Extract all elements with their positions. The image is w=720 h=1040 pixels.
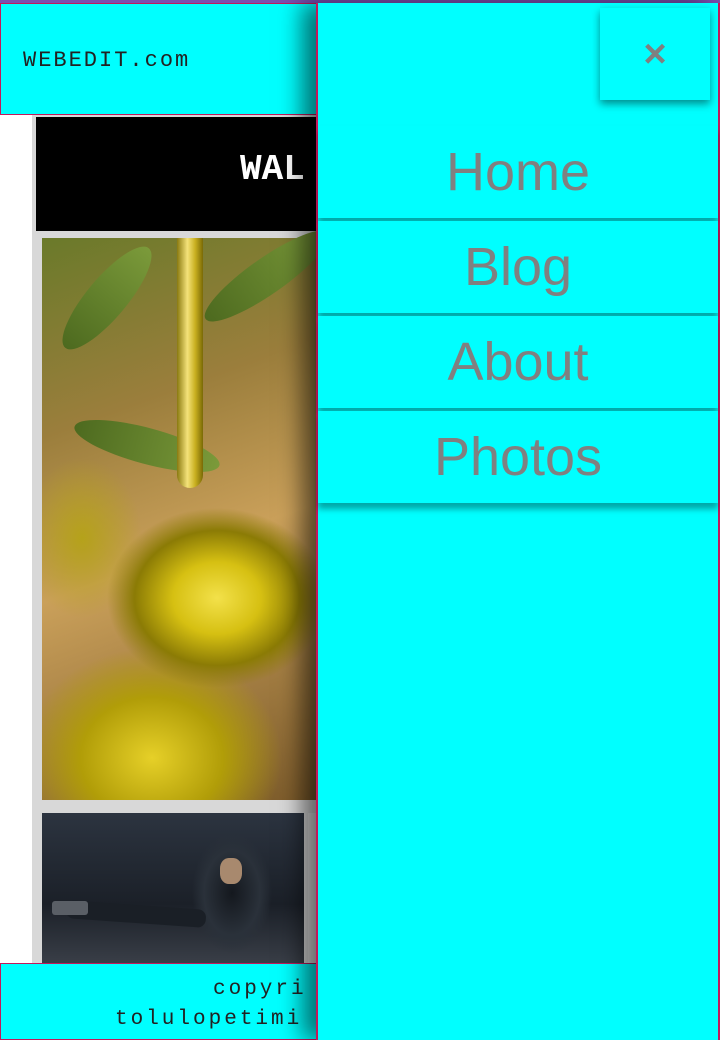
banner-title: WAL [240,149,305,190]
nav-item-blog[interactable]: Blog [318,221,718,313]
hooded-figure-photo[interactable] [42,813,304,965]
footer-copyright: copyri [213,978,307,1001]
page-banner: WAL [36,117,322,231]
close-icon[interactable]: × [600,8,710,100]
main-content: WAL [32,115,322,965]
figure-shape [192,833,272,963]
face-shape [220,858,242,884]
nav-item-photos[interactable]: Photos [318,411,718,503]
oil-stream [177,238,203,488]
pistol-shape [52,901,88,915]
nav-item-about[interactable]: About [318,316,718,408]
olive-oil-photo[interactable] [42,218,322,800]
leaf-shape [195,218,322,334]
footer-author: tolulopetimi [115,1008,303,1031]
nav-item-home[interactable]: Home [318,126,718,218]
leaf-shape [49,235,165,361]
site-brand[interactable]: WEBEDIT.com [23,48,190,73]
site-footer: copyri tolulopetimi [0,963,318,1040]
side-nav-menu: × Home Blog About Photos [316,3,720,1040]
